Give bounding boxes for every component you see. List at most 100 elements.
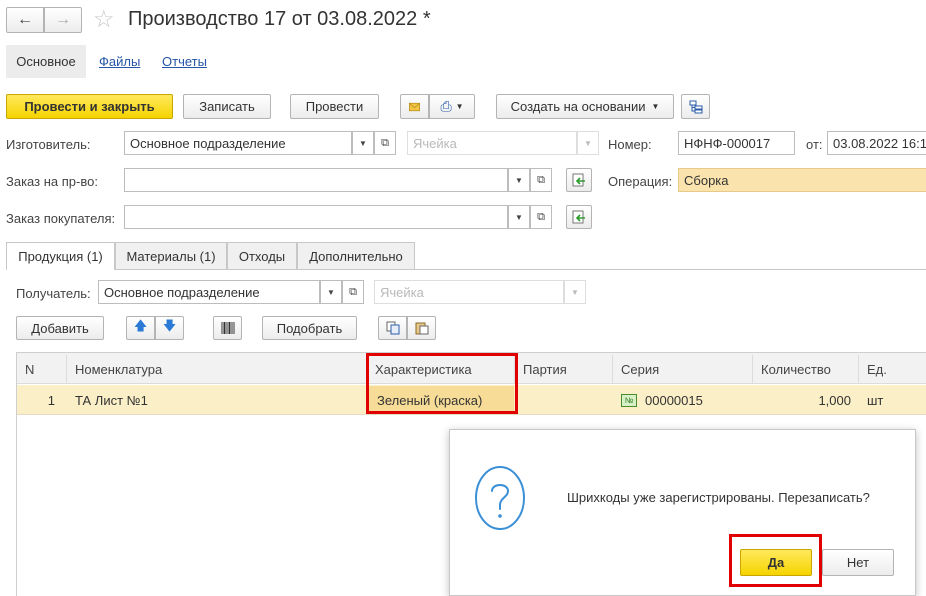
- paste-icon: [415, 322, 428, 335]
- header-series[interactable]: Серия: [613, 355, 753, 383]
- barcode-button[interactable]: [213, 316, 242, 340]
- doc-tabs-baseline: [6, 269, 926, 270]
- envelope-icon: [409, 102, 420, 111]
- operation-field[interactable]: Сборка: [678, 168, 926, 192]
- recipient-field[interactable]: Основное подразделение: [98, 280, 320, 304]
- tab-reports[interactable]: Отчеты: [162, 54, 207, 69]
- operation-value: Сборка: [684, 172, 729, 188]
- save-button[interactable]: Записать: [183, 94, 271, 119]
- header-quantity[interactable]: Количество: [753, 355, 859, 383]
- recipient-cell-dropdown[interactable]: ▼: [564, 280, 586, 304]
- fill-from-icon: [572, 173, 585, 187]
- recipient-open[interactable]: ⧉: [342, 280, 364, 304]
- chevron-down-icon: ▼: [571, 287, 579, 297]
- tab-products[interactable]: Продукция (1): [6, 242, 115, 270]
- printer-icon: ⎙: [440, 98, 452, 114]
- customer-order-field[interactable]: [124, 205, 508, 229]
- create-based-on-button[interactable]: Создать на основании ▼: [496, 94, 674, 119]
- tab-main[interactable]: Основное: [6, 45, 86, 78]
- production-order-field[interactable]: [124, 168, 508, 192]
- chevron-down-icon: ▼: [651, 102, 660, 111]
- number-field[interactable]: НФНФ-000017: [678, 131, 795, 155]
- post-and-close-button[interactable]: Провести и закрыть: [6, 94, 173, 119]
- tab-products-label: Продукция (1): [18, 249, 103, 264]
- date-value: 03.08.2022 16:1: [833, 135, 926, 151]
- cell-item: ТА Лист №1: [75, 392, 148, 408]
- date-label: от:: [806, 137, 823, 152]
- select-button[interactable]: Подобрать: [262, 316, 357, 340]
- copy-button[interactable]: [378, 316, 407, 340]
- number-value: НФНФ-000017: [684, 135, 771, 151]
- recipient-cell-field[interactable]: Ячейка: [374, 280, 564, 304]
- cell-field[interactable]: Ячейка: [407, 131, 577, 155]
- date-field[interactable]: 03.08.2022 16:1: [827, 131, 926, 155]
- production-order-open[interactable]: ⧉: [530, 168, 552, 192]
- post-button[interactable]: Провести: [290, 94, 379, 119]
- manufacturer-open[interactable]: ⧉: [374, 131, 396, 155]
- customer-order-dropdown[interactable]: ▼: [508, 205, 530, 229]
- cell-dropdown[interactable]: ▼: [577, 131, 599, 155]
- number-label: Номер:: [608, 137, 652, 152]
- open-icon: ⧉: [537, 173, 545, 186]
- cell-unit: шт: [867, 392, 884, 408]
- dialog-message: Шрихкоды уже зарегистрированы. Перезапис…: [567, 490, 870, 505]
- copy-icon: [386, 321, 399, 335]
- header-item[interactable]: Номенклатура: [67, 355, 367, 383]
- chevron-down-icon: ▼: [515, 175, 523, 185]
- add-button[interactable]: Добавить: [16, 316, 104, 340]
- create-based-on-label: Создать на основании: [510, 99, 646, 114]
- chevron-down-icon: ▼: [584, 138, 592, 148]
- forward-button[interactable]: →: [44, 7, 82, 33]
- chevron-down-icon: ▼: [359, 138, 367, 148]
- cell-batch: [515, 386, 613, 414]
- tab-files[interactable]: Файлы: [99, 54, 140, 69]
- no-button[interactable]: Нет: [822, 549, 894, 576]
- customer-order-fill-button[interactable]: [566, 205, 592, 229]
- cell-n: 1: [47, 392, 55, 408]
- move-up-button[interactable]: 🡅: [126, 316, 155, 340]
- cell-placeholder: Ячейка: [413, 135, 457, 151]
- arrow-up-icon: 🡅: [133, 318, 148, 333]
- star-icon[interactable]: ☆: [93, 6, 115, 34]
- operation-label: Операция:: [608, 174, 673, 189]
- arrow-left-icon: ←: [17, 11, 33, 28]
- open-icon: ⧉: [537, 210, 545, 223]
- tab-waste-label: Отходы: [238, 248, 286, 264]
- chevron-down-icon: ▼: [455, 102, 464, 111]
- header-unit[interactable]: Ед.: [859, 355, 926, 383]
- manufacturer-dropdown[interactable]: ▼: [352, 131, 374, 155]
- recipient-value: Основное подразделение: [104, 284, 260, 300]
- tab-materials[interactable]: Материалы (1): [115, 242, 227, 269]
- move-down-button[interactable]: 🡇: [155, 316, 184, 340]
- recipient-cell-placeholder: Ячейка: [380, 284, 424, 300]
- customer-order-label: Заказ покупателя:: [6, 211, 116, 226]
- manufacturer-value: Основное подразделение: [130, 135, 286, 151]
- structure-button[interactable]: [681, 94, 710, 119]
- arrow-down-icon: 🡇: [162, 318, 177, 333]
- arrow-right-icon: →: [55, 11, 71, 28]
- series-value: 00000015: [645, 392, 703, 408]
- tab-waste[interactable]: Отходы: [227, 242, 297, 269]
- header-n[interactable]: N: [17, 355, 67, 383]
- production-order-dropdown[interactable]: ▼: [508, 168, 530, 192]
- print-button[interactable]: ⎙ ▼: [429, 94, 475, 119]
- hierarchy-icon: [689, 100, 702, 113]
- fill-from-icon: [572, 210, 585, 224]
- annotation-highlight-yes: [729, 534, 822, 587]
- paste-button[interactable]: [407, 316, 436, 340]
- tab-materials-label: Материалы (1): [126, 248, 216, 264]
- back-button[interactable]: ←: [6, 7, 44, 33]
- manufacturer-field[interactable]: Основное подразделение: [124, 131, 352, 155]
- barcode-icon: [221, 322, 234, 334]
- production-order-fill-button[interactable]: [566, 168, 592, 192]
- header-batch[interactable]: Партия: [515, 355, 613, 383]
- tab-additional[interactable]: Дополнительно: [297, 242, 415, 269]
- email-button[interactable]: [400, 94, 429, 119]
- tab-main-label: Основное: [16, 54, 76, 69]
- customer-order-open[interactable]: ⧉: [530, 205, 552, 229]
- production-order-label: Заказ на пр-во:: [6, 174, 98, 189]
- recipient-dropdown[interactable]: ▼: [320, 280, 342, 304]
- manufacturer-label: Изготовитель:: [6, 137, 91, 152]
- cell-series: № 00000015: [613, 386, 753, 414]
- series-icon: №: [621, 393, 637, 407]
